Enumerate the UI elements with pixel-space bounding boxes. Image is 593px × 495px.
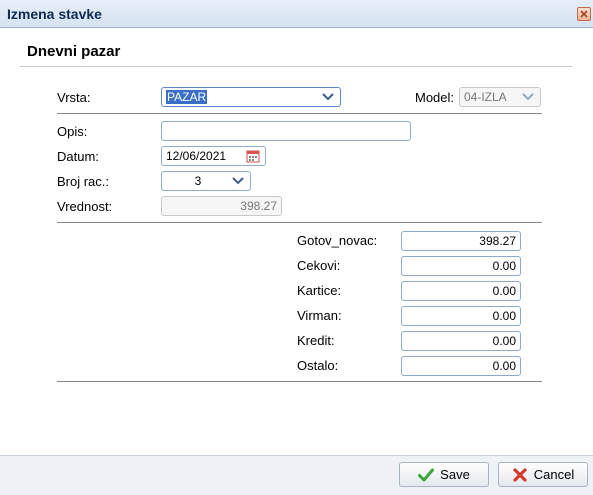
cekovi-input[interactable]: 0.00 bbox=[401, 256, 521, 276]
kredit-label: Kredit: bbox=[297, 333, 335, 348]
cancel-button[interactable]: Cancel bbox=[498, 462, 588, 487]
close-button[interactable] bbox=[577, 7, 591, 21]
kartice-label: Kartice: bbox=[297, 283, 342, 298]
datum-label: Datum: bbox=[57, 149, 99, 164]
datum-value: 12/06/2021 bbox=[166, 149, 227, 163]
vrsta-select[interactable]: PAZAR bbox=[161, 87, 341, 107]
vrednost-field: 398.27 bbox=[161, 196, 282, 216]
chevron-down-icon bbox=[520, 88, 536, 106]
close-icon bbox=[580, 10, 588, 18]
dialog-footer: Save Cancel bbox=[0, 455, 593, 495]
vrsta-label: Vrsta: bbox=[57, 90, 91, 105]
virman-label: Virman: bbox=[297, 308, 342, 323]
kredit-input[interactable]: 0.00 bbox=[401, 331, 521, 351]
ostalo-input[interactable]: 0.00 bbox=[401, 356, 521, 376]
model-select[interactable]: 04-IZLA bbox=[459, 87, 541, 107]
kartice-input[interactable]: 0.00 bbox=[401, 281, 521, 301]
section-title: Dnevni pazar bbox=[27, 43, 121, 60]
broj-rac-value: 3 bbox=[194, 174, 202, 188]
datum-field[interactable]: 12/06/2021 bbox=[161, 146, 266, 166]
divider bbox=[57, 113, 542, 114]
cekovi-label: Cekovi: bbox=[297, 258, 341, 273]
window-title: Izmena stavke bbox=[7, 6, 102, 22]
vrednost-label: Vrednost: bbox=[57, 199, 113, 214]
ostalo-label: Ostalo: bbox=[297, 358, 339, 373]
save-label: Save bbox=[440, 467, 470, 482]
divider bbox=[57, 381, 542, 382]
model-label: Model: bbox=[415, 90, 455, 105]
broj-rac-select[interactable]: 3 bbox=[161, 171, 251, 191]
gotov-novac-input[interactable]: 398.27 bbox=[401, 231, 521, 251]
calendar-icon[interactable] bbox=[245, 147, 261, 165]
vrsta-value: PAZAR bbox=[166, 90, 208, 104]
cancel-label: Cancel bbox=[533, 467, 575, 482]
chevron-down-icon bbox=[230, 172, 246, 190]
opis-label: Opis: bbox=[57, 124, 88, 139]
broj-rac-label: Broj rac.: bbox=[57, 174, 110, 189]
check-icon bbox=[418, 468, 435, 481]
opis-input[interactable] bbox=[161, 121, 411, 141]
cancel-x-icon bbox=[513, 467, 527, 482]
chevron-down-icon bbox=[320, 88, 336, 106]
gotov-novac-label: Gotov_novac: bbox=[297, 233, 378, 248]
virman-input[interactable]: 0.00 bbox=[401, 306, 521, 326]
divider bbox=[57, 222, 542, 223]
model-value: 04-IZLA bbox=[464, 90, 507, 104]
section-divider bbox=[20, 66, 572, 67]
window-titlebar: Izmena stavke bbox=[0, 0, 593, 28]
save-button[interactable]: Save bbox=[399, 462, 489, 487]
